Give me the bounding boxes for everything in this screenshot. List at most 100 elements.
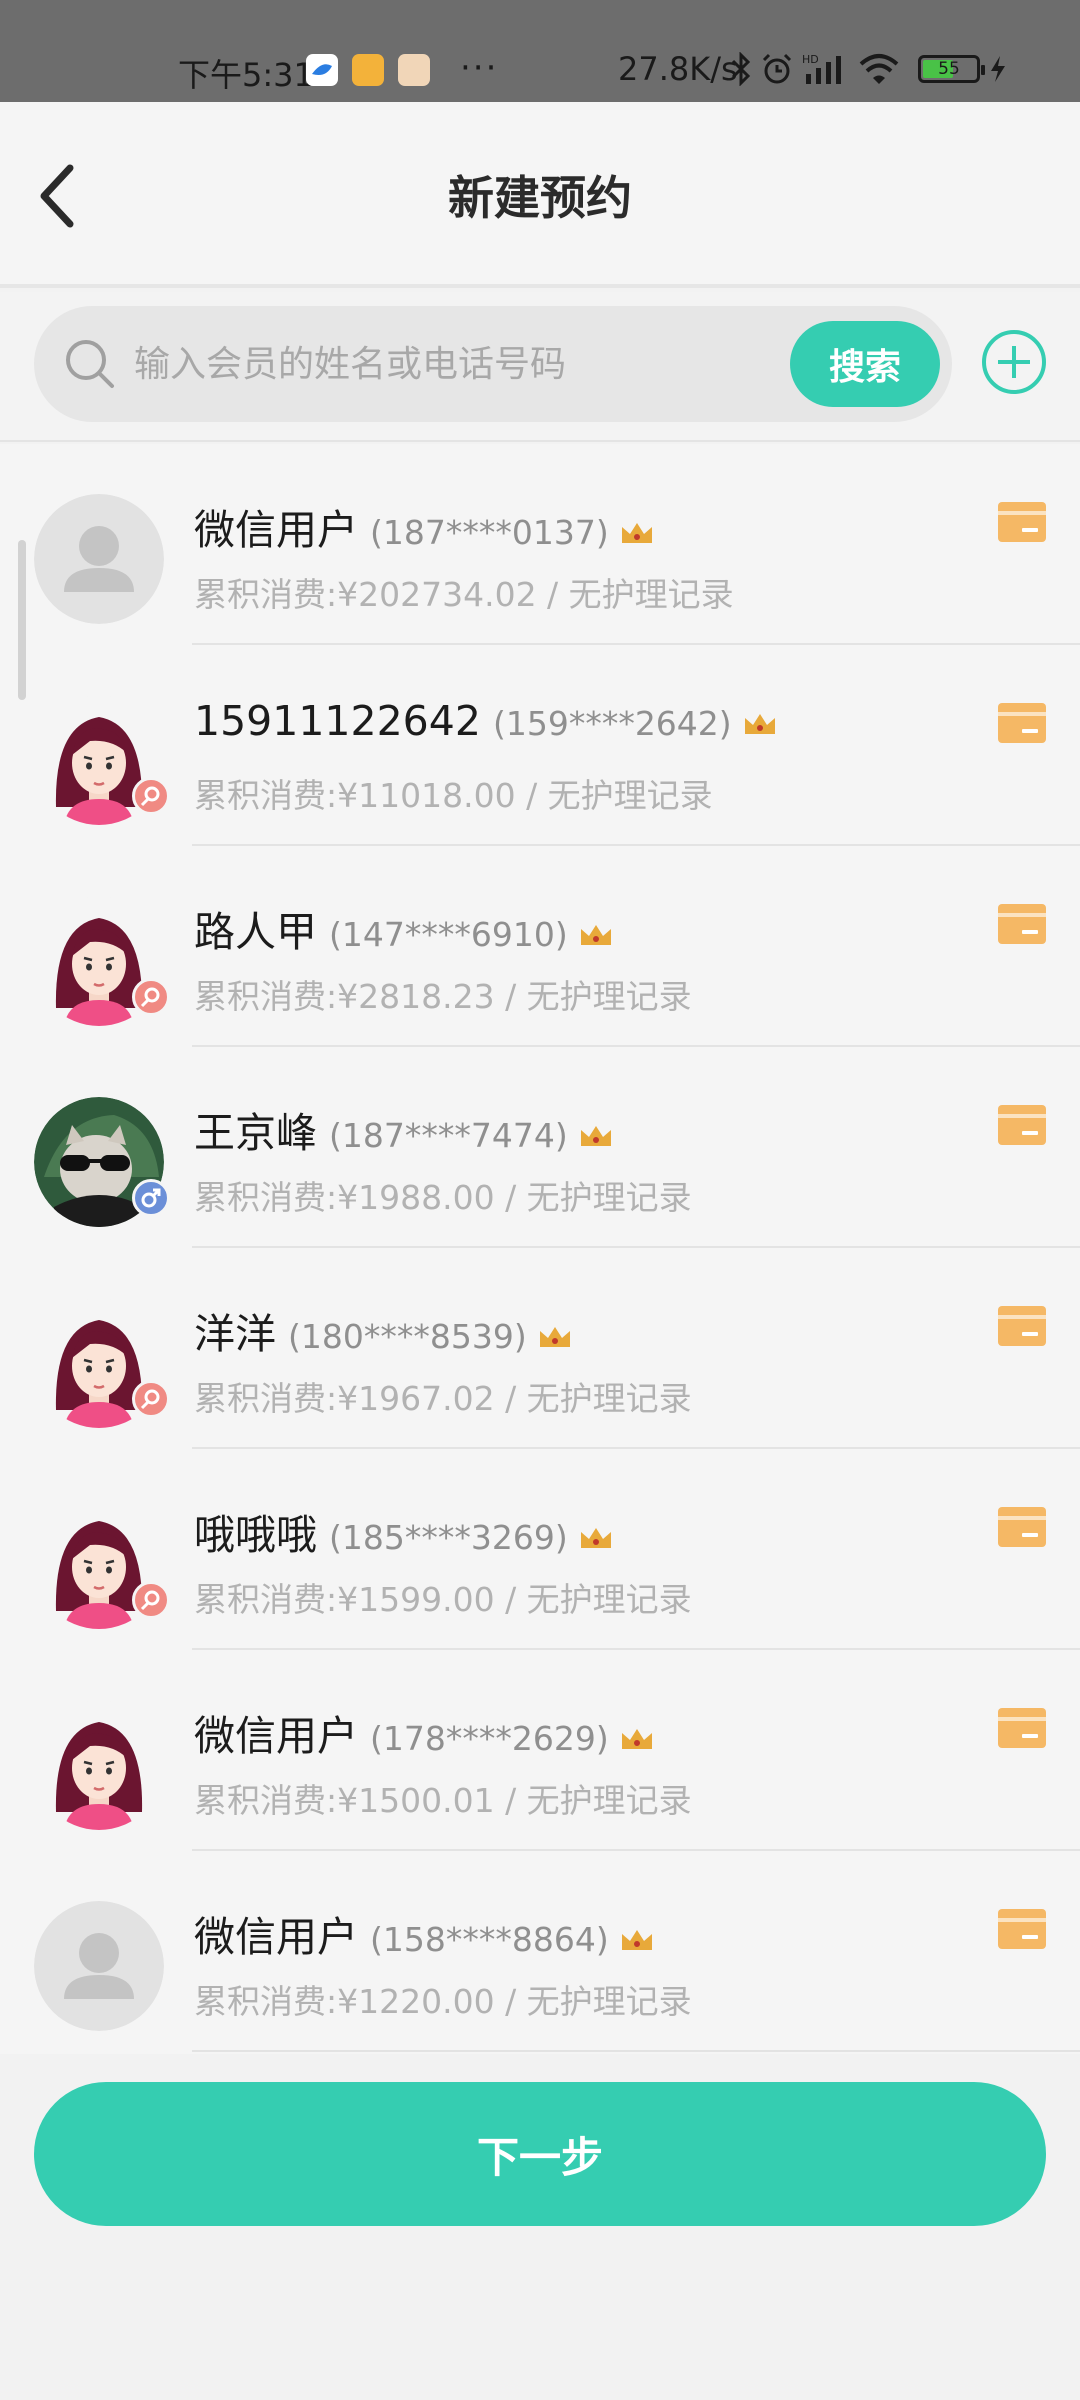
network-speed: 27.8K/s [618, 50, 738, 88]
member-row[interactable]: 王京峰 (187****7474) 累积消费:¥1988.00 / 无护理记录 [0, 1047, 1080, 1248]
member-card-icon[interactable] [998, 502, 1046, 542]
member-name-line: 王京峰 (187****7474) [194, 1099, 614, 1159]
member-phone: (180****8539) [288, 1317, 527, 1356]
alarm-icon [762, 53, 792, 84]
member-name: 哦哦哦 [194, 1511, 317, 1559]
member-card-icon[interactable] [998, 1105, 1046, 1145]
search-box: 搜索 [34, 306, 952, 422]
avatar-wrap [34, 896, 170, 1026]
member-consumption: 累积消费:¥1220.00 / 无护理记录 [194, 1982, 692, 2021]
member-name-line: 15911122642 (159****2642) [194, 697, 778, 745]
member-card-icon[interactable] [998, 904, 1046, 944]
member-row[interactable]: 路人甲 (147****6910) 累积消费:¥2818.23 / 无护理记录 [0, 846, 1080, 1047]
member-card-icon[interactable] [998, 1909, 1046, 1949]
member-row[interactable]: 洋洋 (180****8539) 累积消费:¥1967.02 / 无护理记录 [0, 1248, 1080, 1449]
member-name: 15911122642 [194, 697, 481, 745]
member-consumption: 累积消费:¥2818.23 / 无护理记录 [194, 977, 692, 1016]
member-phone: (147****6910) [329, 915, 568, 954]
member-name: 王京峰 [194, 1109, 317, 1157]
member-name-line: 路人甲 (147****6910) [194, 898, 614, 958]
member-name-line: 哦哦哦 (185****3269) [194, 1501, 614, 1561]
member-name: 微信用户 [194, 506, 358, 554]
member-name-line: 微信用户 (178****2629) [194, 1702, 655, 1762]
avatar-wrap [34, 1901, 164, 2031]
member-phone: (159****2642) [492, 704, 732, 743]
female-gender-icon [132, 777, 170, 815]
male-gender-icon [132, 1179, 170, 1217]
member-card-icon[interactable] [998, 703, 1046, 743]
member-consumption: 累积消费:¥1988.00 / 无护理记录 [194, 1178, 692, 1217]
member-name: 微信用户 [194, 1712, 358, 1760]
member-row[interactable]: 15911122642 (159****2642) 累积消费:¥11018.00 /… [0, 645, 1080, 846]
battery-cap [981, 65, 985, 75]
avatar-wrap [34, 1499, 170, 1629]
wifi-icon [859, 54, 899, 84]
signal-hd-label: HD [802, 53, 819, 66]
vip-crown-icon [744, 714, 775, 734]
member-list[interactable]: 微信用户 (187****0137) 累积消费:¥202734.02 / 无护理记录… [0, 444, 1080, 2054]
default-avatar [34, 1901, 164, 2031]
avatar-wrap [34, 1097, 170, 1227]
avatar-wrap [34, 695, 170, 825]
more-notifications-icon: ··· [460, 48, 499, 88]
vip-crown-icon [580, 1528, 611, 1548]
avatar-wrap [34, 1700, 164, 1830]
search-icon [66, 340, 114, 388]
signal-icon: HD [802, 53, 841, 84]
member-phone: (178****2629) [370, 1719, 609, 1758]
search-input[interactable] [134, 334, 794, 394]
member-phone: (185****3269) [329, 1518, 568, 1557]
search-area: 搜索 [0, 292, 1080, 442]
vip-crown-icon [621, 523, 652, 543]
battery-level: 55 [938, 59, 960, 79]
notification-app-icon [306, 54, 338, 86]
vip-crown-icon [580, 1126, 611, 1146]
member-phone: (187****0137) [370, 513, 609, 552]
battery-icon: 55 [918, 55, 985, 83]
status-bar: 下午5:31 ··· 27.8K/s HD 55 [0, 0, 1080, 102]
status-time: 下午5:31 [178, 56, 314, 94]
member-name: 微信用户 [194, 1913, 358, 1961]
notification-app-icon [398, 54, 430, 86]
member-consumption: 累积消费:¥202734.02 / 无护理记录 [194, 575, 734, 614]
member-card-icon[interactable] [998, 1708, 1046, 1748]
female-gender-icon [132, 1581, 170, 1619]
member-row[interactable]: 哦哦哦 (185****3269) 累积消费:¥1599.00 / 无护理记录 [0, 1449, 1080, 1650]
avatar-wrap [34, 1298, 170, 1428]
footer: 下一步 [0, 2054, 1080, 2400]
member-row[interactable]: 微信用户 (178****2629) 累积消费:¥1500.01 / 无护理记录 [0, 1650, 1080, 1851]
member-phone: (187****7474) [329, 1116, 568, 1155]
female-gender-icon [132, 1380, 170, 1418]
avatar-wrap [34, 494, 164, 624]
member-card-icon[interactable] [998, 1507, 1046, 1547]
vip-crown-icon [539, 1327, 570, 1347]
member-name: 洋洋 [194, 1310, 276, 1358]
add-member-icon[interactable] [980, 328, 1048, 396]
vip-crown-icon [621, 1930, 652, 1950]
vip-crown-icon [580, 925, 611, 945]
female-avatar [34, 1700, 164, 1830]
charging-icon [991, 56, 1005, 82]
system-icons: HD 55 [730, 52, 1008, 86]
member-card-icon[interactable] [998, 1306, 1046, 1346]
member-consumption: 累积消费:¥1599.00 / 无护理记录 [194, 1580, 692, 1619]
default-avatar [34, 494, 164, 624]
female-gender-icon [132, 978, 170, 1016]
search-button[interactable]: 搜索 [790, 321, 940, 407]
member-name-line: 微信用户 (187****0137) [194, 496, 655, 556]
member-consumption: 累积消费:¥1967.02 / 无护理记录 [194, 1379, 692, 1418]
member-name: 路人甲 [194, 908, 317, 956]
page-title: 新建预约 [448, 171, 632, 225]
row-divider [192, 2050, 1080, 2052]
member-row[interactable]: 微信用户 (187****0137) 累积消费:¥202734.02 / 无护理记录 [0, 444, 1080, 645]
member-consumption: 累积消费:¥1500.01 / 无护理记录 [194, 1781, 692, 1820]
member-name-line: 洋洋 (180****8539) [194, 1300, 573, 1360]
member-row[interactable]: 微信用户 (158****8864) 累积消费:¥1220.00 / 无护理记录 [0, 1851, 1080, 2052]
vip-crown-icon [621, 1729, 652, 1749]
next-step-button[interactable]: 下一步 [34, 2082, 1046, 2226]
notification-app-icon [352, 54, 384, 86]
member-name-line: 微信用户 (158****8864) [194, 1903, 655, 1963]
navigation-bar: 新建预约 [0, 102, 1080, 288]
member-phone: (158****8864) [370, 1920, 609, 1959]
bluetooth-icon [731, 52, 751, 86]
